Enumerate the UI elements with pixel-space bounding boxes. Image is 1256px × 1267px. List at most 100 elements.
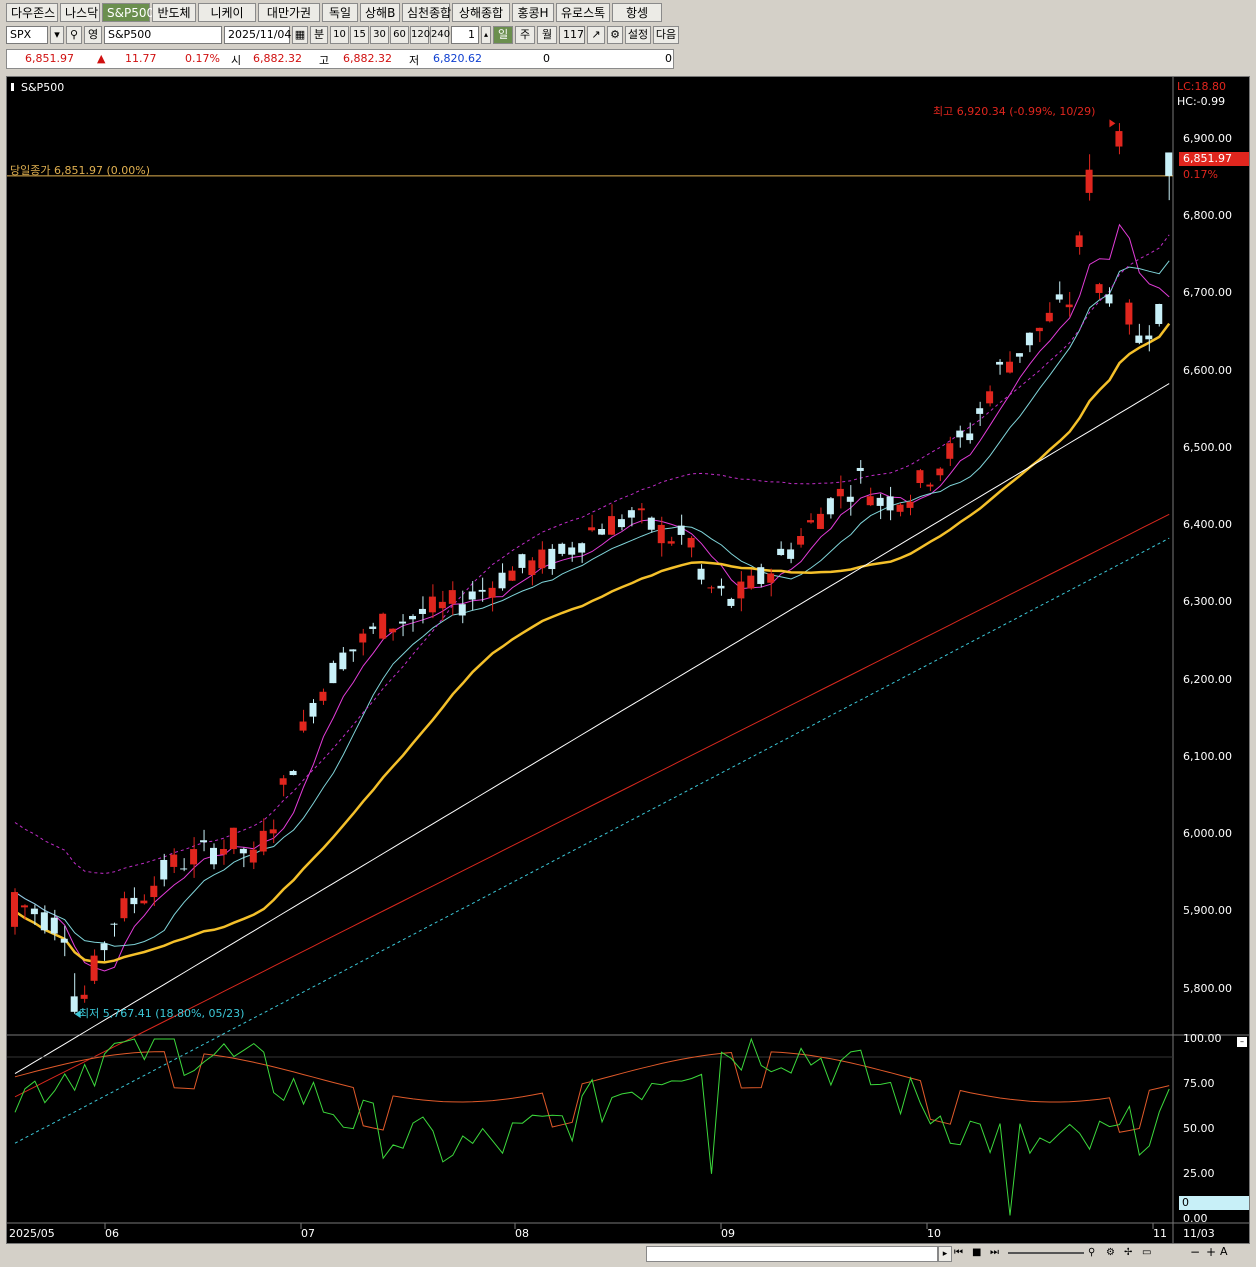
multiplier-field[interactable]: 1	[451, 26, 479, 44]
interval-button-60[interactable]: 60	[390, 26, 409, 44]
quote-volume-2: 0	[665, 52, 672, 65]
scroll-track[interactable]	[646, 1246, 938, 1262]
settings-button[interactable]: 설정	[625, 26, 651, 44]
candle	[667, 536, 675, 546]
candle	[1085, 154, 1093, 201]
chart-area[interactable]: S&P500 당일종가 6,851.97 (0.00%) 최고 6,920.34…	[6, 76, 1250, 1244]
price-tag: 6,851.97	[1179, 152, 1249, 166]
month-button[interactable]: 월	[537, 26, 557, 44]
day-button[interactable]: 일	[493, 26, 513, 44]
osc-collapse-icon[interactable]: –	[1237, 1037, 1247, 1047]
minute-button[interactable]: 분	[310, 26, 328, 44]
osc-tick: 75.00	[1183, 1077, 1215, 1090]
candle	[598, 523, 606, 536]
time-label: 07	[301, 1227, 315, 1240]
candle	[150, 876, 158, 907]
spinner-icon[interactable]: ▴	[481, 26, 491, 44]
candle	[1095, 282, 1103, 300]
calendar-icon[interactable]: ▦	[292, 26, 308, 44]
price-tick: 6,300.00	[1183, 595, 1232, 609]
chart-tool-icon[interactable]: ↗	[587, 26, 605, 44]
chart-scroll-bar: ▸ ⏮ ■ ⏭ ⚲ ⚙ ✢ ▭ − + A	[6, 1244, 1250, 1264]
quote-high: 6,882.32	[343, 52, 392, 65]
quote-open: 6,882.32	[253, 52, 302, 65]
candle	[508, 566, 516, 582]
candle	[1145, 325, 1153, 352]
max-marker-icon	[1109, 119, 1116, 128]
date-field[interactable]: 2025/11/04	[224, 26, 291, 44]
tab-8[interactable]: 심천종합	[402, 3, 451, 22]
candle	[866, 487, 874, 507]
count-field[interactable]: 117	[559, 26, 585, 44]
osc-tick: 0.00	[1183, 1212, 1208, 1225]
candle	[767, 568, 775, 597]
tab-12[interactable]: 항셍	[612, 3, 662, 22]
zoom-slider[interactable]	[1008, 1252, 1084, 1254]
price-tag-pct: 0.17%	[1183, 168, 1218, 181]
search-icon[interactable]: ⚲	[66, 26, 82, 44]
osc-fast-line	[14, 1037, 1170, 1216]
price-tick: 5,900.00	[1183, 904, 1232, 918]
last-icon[interactable]: ⏭	[990, 1246, 1004, 1260]
tab-10[interactable]: 홍콩H	[512, 3, 554, 22]
time-label: 11	[1153, 1227, 1167, 1240]
candle	[558, 542, 566, 557]
first-icon[interactable]: ⏮	[954, 1246, 968, 1260]
gear-icon[interactable]: ⚙	[1106, 1246, 1120, 1260]
interval-button-120[interactable]: 120	[410, 26, 430, 44]
interval-group: 10 15 30 60 120 240	[330, 26, 450, 44]
zoom-icon[interactable]: ⚲	[1088, 1246, 1102, 1260]
tab-2[interactable]: S&P500	[102, 3, 154, 22]
price-tick: 6,500.00	[1183, 440, 1232, 454]
scroll-right-icon[interactable]: ▸	[938, 1246, 952, 1262]
tab-7[interactable]: 상해B	[360, 3, 400, 22]
osc-tick: 50.00	[1183, 1122, 1215, 1135]
price-tick: 5,800.00	[1183, 981, 1232, 995]
crosshair-icon[interactable]: ✢	[1124, 1246, 1138, 1260]
tab-6[interactable]: 독일	[322, 3, 358, 22]
name-mode-button[interactable]: 영	[84, 26, 102, 44]
candle	[727, 597, 735, 608]
compare-icon[interactable]: ▭	[1142, 1246, 1156, 1260]
tab-9[interactable]: 상해종합	[452, 3, 510, 22]
tab-3[interactable]: 반도체	[152, 3, 196, 22]
lc-label: LC:18.80	[1177, 80, 1227, 93]
candle	[379, 612, 387, 640]
symbol-name-field[interactable]: S&P500	[104, 26, 222, 44]
zoom-out-icon[interactable]: −	[1190, 1245, 1202, 1259]
hc-label: HC:-0.99	[1177, 95, 1226, 108]
candle	[906, 494, 914, 516]
interval-button-15[interactable]: 15	[350, 26, 369, 44]
ma200-line	[14, 537, 1170, 1144]
candle	[846, 485, 854, 516]
symbol-dropdown-icon[interactable]: ▾	[50, 26, 64, 44]
candle	[319, 688, 327, 705]
candle	[1045, 302, 1053, 323]
font-size-icon[interactable]: A	[1220, 1245, 1232, 1259]
candle	[707, 585, 715, 594]
quote-price: 6,851.97	[25, 52, 74, 65]
candle	[409, 614, 416, 632]
interval-button-10[interactable]: 10	[330, 26, 349, 44]
gear-icon[interactable]: ⚙	[607, 26, 623, 44]
tab-0[interactable]: 다우존스	[6, 3, 58, 22]
candle	[757, 563, 765, 588]
candle	[518, 553, 526, 574]
symbol-input[interactable]: SPX	[6, 26, 48, 44]
candle	[926, 482, 934, 492]
candle	[538, 541, 546, 574]
candle	[816, 507, 824, 530]
tab-4[interactable]: 니케이	[198, 3, 256, 22]
week-button[interactable]: 주	[515, 26, 535, 44]
price-tick: 6,700.00	[1183, 286, 1232, 300]
interval-button-30[interactable]: 30	[370, 26, 389, 44]
next-button[interactable]: 다음	[653, 26, 679, 44]
tab-11[interactable]: 유로스톡	[556, 3, 610, 22]
candle	[886, 486, 894, 521]
price-chart[interactable]	[7, 77, 1249, 1243]
tab-5[interactable]: 대만가권	[258, 3, 320, 22]
interval-button-240[interactable]: 240	[430, 26, 450, 44]
zoom-in-icon[interactable]: +	[1206, 1245, 1218, 1259]
stop-icon[interactable]: ■	[972, 1246, 986, 1260]
tab-1[interactable]: 나스닥	[60, 3, 100, 22]
